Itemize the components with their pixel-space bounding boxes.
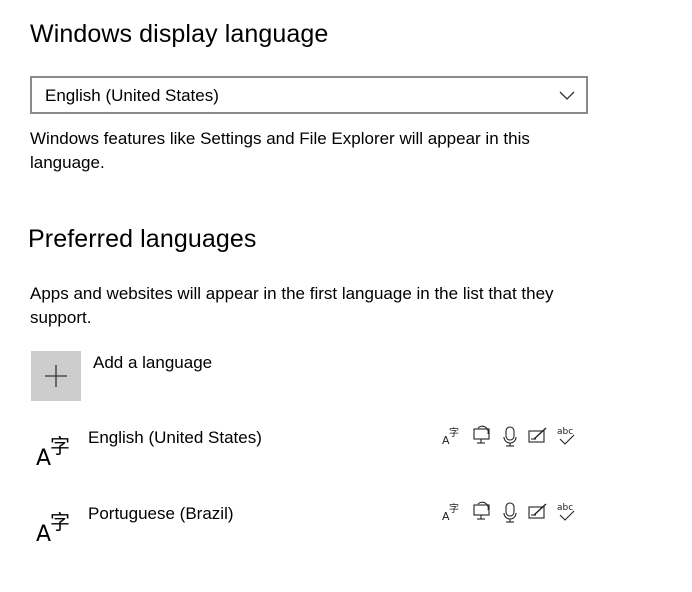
display-language-heading: Windows display language [30,20,329,48]
language-list-item[interactable]: A 字 English (United States) A 字 abc [30,425,590,485]
add-language-label[interactable]: Add a language [93,353,212,373]
language-list-item[interactable]: A 字 Portuguese (Brazil) A 字 abc [30,501,590,561]
svg-text:字: 字 [50,510,70,534]
chevron-down-icon [559,91,575,100]
add-language-button[interactable] [31,351,81,401]
speech-display-icon [473,501,490,520]
display-language-description: Windows features like Settings and File … [30,129,530,172]
plus-icon [45,365,67,387]
svg-text:abc: abc [557,503,573,513]
preferred-languages-heading: Preferred languages [28,225,257,253]
microphone-icon [503,426,517,447]
display-language-selected-value: English (United States) [45,86,219,105]
preferred-languages-description: Apps and websites will appear in the fir… [30,284,554,327]
language-name: Portuguese (Brazil) [88,504,234,523]
display-language-dropdown[interactable]: English (United States) [30,76,588,114]
svg-text:abc: abc [557,427,573,437]
svg-text:字: 字 [449,426,459,439]
handwriting-icon [528,503,547,519]
svg-text:字: 字 [449,502,459,515]
svg-text:字: 字 [50,434,70,458]
spellcheck-icon: abc [557,427,575,445]
language-icon: A 字 [36,434,70,467]
display-language-icon: A 字 [442,426,459,447]
language-icon: A 字 [36,510,70,543]
speech-display-icon [473,425,490,444]
microphone-icon [503,502,517,523]
display-language-icon: A 字 [442,502,459,523]
svg-text:A: A [36,446,51,467]
svg-text:A: A [36,522,51,543]
spellcheck-icon: abc [557,503,575,521]
handwriting-icon [528,427,547,443]
language-name: English (United States) [88,428,262,447]
